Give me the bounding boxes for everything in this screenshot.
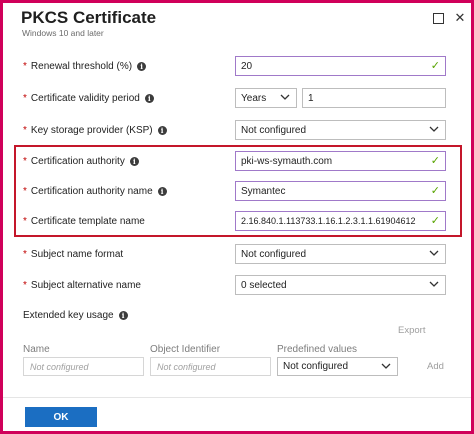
ca-text: Certification authority <box>30 155 125 167</box>
eku-name-placeholder: Not configured <box>30 361 89 372</box>
san-value: 0 selected <box>241 279 287 291</box>
valid-check-icon: ✓ <box>430 155 440 167</box>
pkcs-certificate-blade: PKCS Certificate Windows 10 and later ✕ … <box>0 0 474 434</box>
eku-predefined-value: Not configured <box>283 361 349 372</box>
required-mark: * <box>23 185 27 197</box>
chevron-down-icon <box>429 279 439 289</box>
validity-value-input[interactable]: 1 <box>302 88 446 108</box>
required-mark: * <box>23 279 27 291</box>
info-icon[interactable]: i <box>137 61 147 71</box>
chevron-down-icon <box>381 361 391 371</box>
export-link[interactable]: Export <box>398 325 425 336</box>
info-icon[interactable]: i <box>144 93 154 103</box>
renewal-threshold-text: Renewal threshold (%) <box>30 60 133 72</box>
valid-check-icon: ✓ <box>430 185 440 197</box>
ca-name-text: Certification authority name <box>30 185 153 197</box>
maximize-icon[interactable] <box>431 11 445 25</box>
chevron-down-icon <box>280 92 290 102</box>
page-subtitle: Windows 10 and later <box>22 28 104 38</box>
info-icon[interactable]: i <box>118 310 128 320</box>
required-mark: * <box>23 248 27 260</box>
eku-text: Extended key usage <box>23 309 114 321</box>
eku-predefined-select[interactable]: Not configured <box>277 357 398 376</box>
eku-add-link[interactable]: Add <box>427 361 444 372</box>
eku-oid-input[interactable]: Not configured <box>150 357 271 376</box>
info-icon[interactable]: i <box>157 186 167 196</box>
eku-col-oid: Object Identifier <box>150 344 221 355</box>
required-mark: * <box>23 155 27 167</box>
chevron-down-icon <box>429 248 439 258</box>
eku-oid-placeholder: Not configured <box>157 361 216 372</box>
validity-unit-value: Years <box>241 92 267 104</box>
required-mark: * <box>23 124 27 136</box>
ca-name-value: Symantec <box>241 185 286 197</box>
info-icon[interactable]: i <box>129 156 139 166</box>
subject-format-value: Not configured <box>241 248 307 260</box>
eku-label: Extended key usage i <box>23 305 128 325</box>
ok-button[interactable]: OK <box>25 407 97 427</box>
required-mark: * <box>23 60 27 72</box>
ksp-value: Not configured <box>241 124 307 136</box>
ca-name-label: * Certification authority name i <box>23 181 167 201</box>
san-select[interactable]: 0 selected <box>235 275 446 295</box>
template-label: * Certificate template name <box>23 211 145 231</box>
page-title: PKCS Certificate <box>21 8 157 27</box>
ca-name-input[interactable]: Symantec ✓ <box>235 181 446 201</box>
eku-col-name: Name <box>23 344 50 355</box>
eku-col-predefined: Predefined values <box>277 344 358 355</box>
footer-divider <box>3 397 471 398</box>
ca-value: pki-ws-symauth.com <box>241 155 333 167</box>
san-label: * Subject alternative name <box>23 275 141 295</box>
renewal-threshold-input[interactable]: 20 ✓ <box>235 56 446 76</box>
subject-format-label: * Subject name format <box>23 244 123 264</box>
chevron-down-icon <box>429 124 439 134</box>
valid-check-icon: ✓ <box>430 60 440 72</box>
validity-period-label: * Certificate validity period i <box>23 88 154 108</box>
title-bar: PKCS Certificate Windows 10 and later ✕ <box>3 3 471 47</box>
san-text: Subject alternative name <box>30 279 141 291</box>
valid-check-icon: ✓ <box>430 215 440 227</box>
required-mark: * <box>23 92 27 104</box>
renewal-threshold-value: 20 <box>241 60 253 72</box>
ksp-select[interactable]: Not configured <box>235 120 446 140</box>
subject-format-text: Subject name format <box>30 248 124 260</box>
template-input[interactable]: 2.16.840.1.113733.1.16.1.2.3.1.1.6190461… <box>235 211 446 231</box>
validity-value-text: 1 <box>308 92 314 104</box>
ksp-text: Key storage provider (KSP) <box>30 124 153 136</box>
eku-name-input[interactable]: Not configured <box>23 357 144 376</box>
validity-period-text: Certificate validity period <box>30 92 140 104</box>
close-icon[interactable]: ✕ <box>453 10 467 25</box>
ca-input[interactable]: pki-ws-symauth.com ✓ <box>235 151 446 171</box>
required-mark: * <box>23 215 27 227</box>
ca-label: * Certification authority i <box>23 151 139 171</box>
validity-unit-select[interactable]: Years <box>235 88 297 108</box>
template-value: 2.16.840.1.113733.1.16.1.2.3.1.1.6190461… <box>241 216 416 226</box>
renewal-threshold-label: * Renewal threshold (%) i <box>23 56 147 76</box>
subject-format-select[interactable]: Not configured <box>235 244 446 264</box>
ksp-label: * Key storage provider (KSP) i <box>23 120 167 140</box>
info-icon[interactable]: i <box>157 125 167 135</box>
template-text: Certificate template name <box>30 215 145 227</box>
